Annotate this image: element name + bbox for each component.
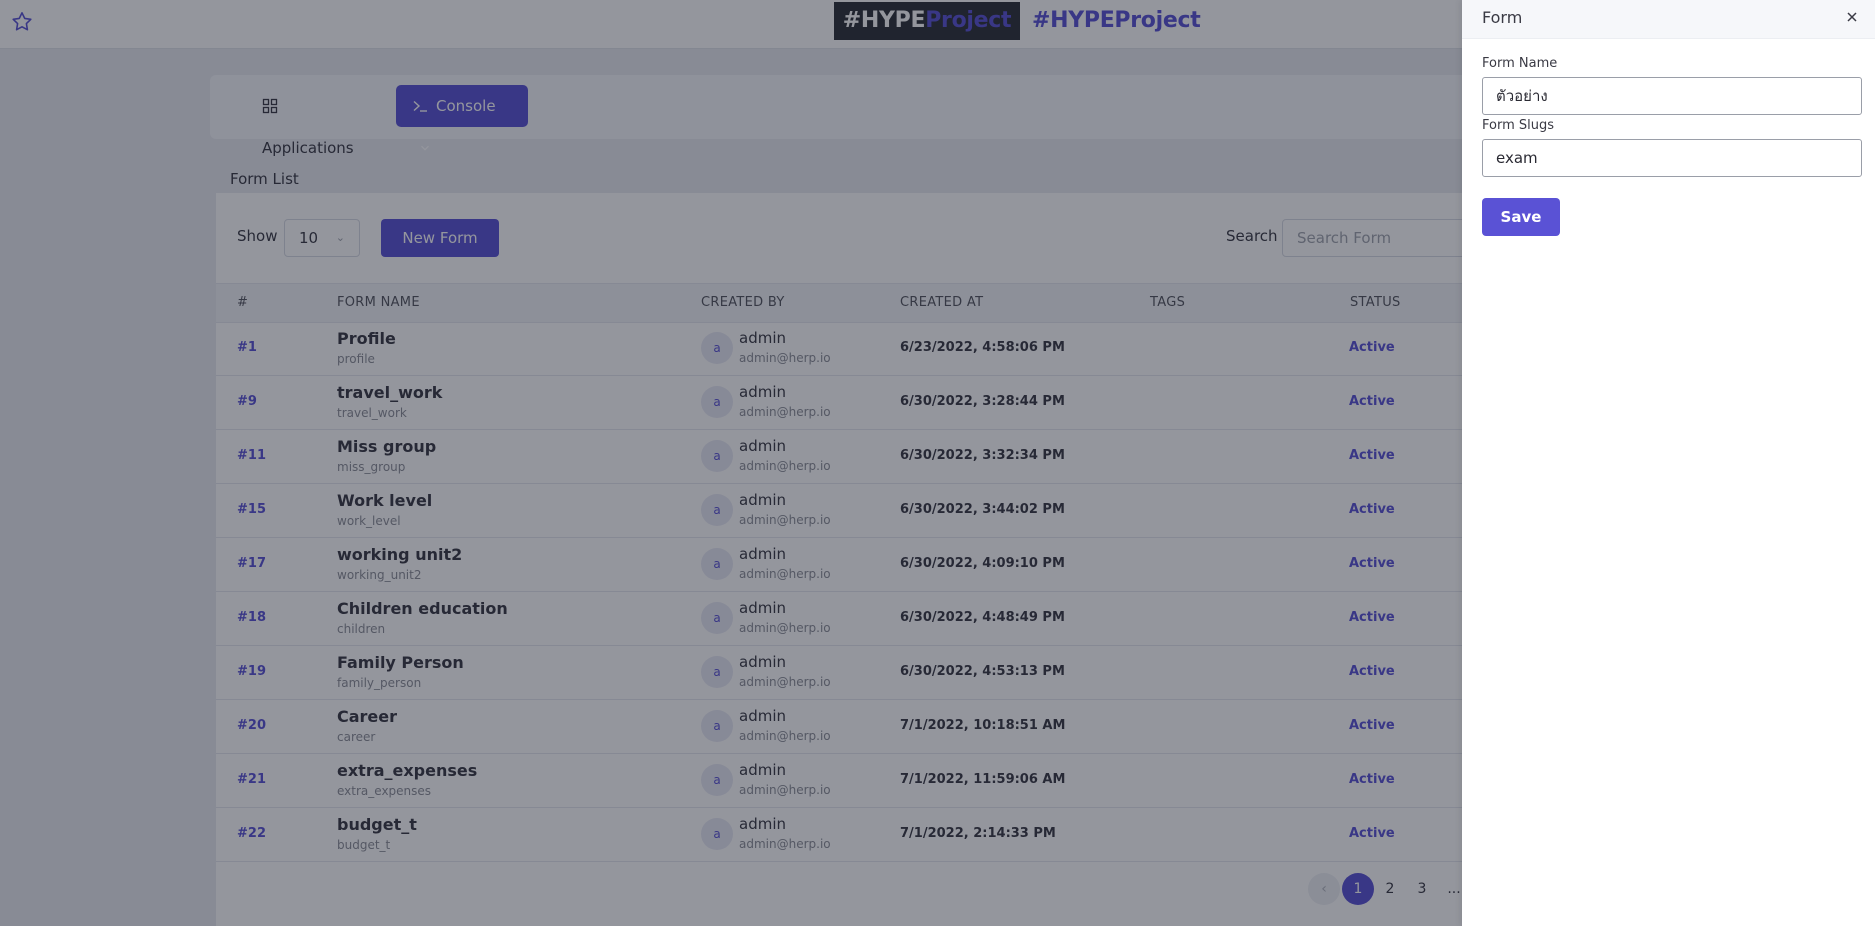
save-button[interactable]: Save [1482,198,1560,236]
drawer-title: Form [1482,8,1523,27]
form-name-input[interactable] [1482,77,1862,115]
close-icon[interactable] [1843,8,1861,26]
form-name-label: Form Name [1482,56,1558,71]
drawer-header: Form [1462,0,1875,39]
form-drawer: Form Form Name Form Slugs Save [1462,0,1875,926]
modal-backdrop[interactable] [0,0,1462,926]
form-slugs-label: Form Slugs [1482,118,1555,133]
form-slugs-input[interactable] [1482,139,1862,177]
